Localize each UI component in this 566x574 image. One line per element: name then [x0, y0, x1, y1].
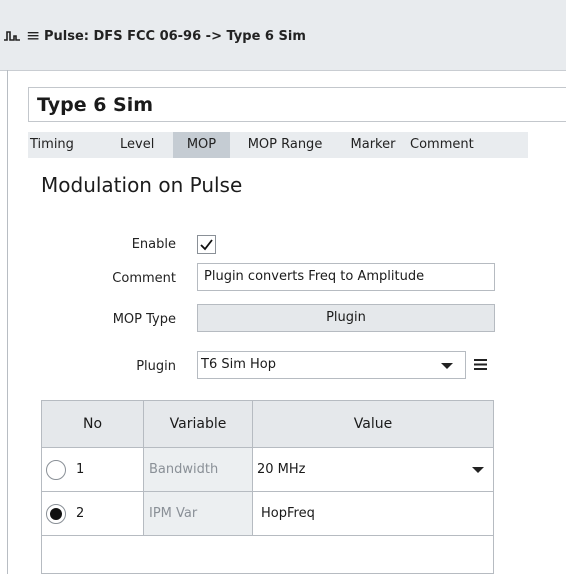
- editor-panel: Type 6 Sim Timing Level MOP MOP Range Ma…: [28, 87, 566, 574]
- mop-content: Modulation on Pulse Enable Comment Plugi…: [28, 158, 566, 574]
- checkmark-icon: [200, 239, 213, 251]
- enable-checkbox[interactable]: [197, 235, 216, 254]
- plugin-label: Plugin: [136, 359, 176, 374]
- row-radio[interactable]: [46, 460, 66, 480]
- row-variable-cell: IPM Var: [144, 492, 253, 536]
- tab-timing[interactable]: Timing: [28, 132, 84, 158]
- table-row-no-cell[interactable]: 1: [42, 448, 144, 492]
- window-titlebar: ≡ Pulse: DFS FCC 06-96 -> Type 6 Sim: [0, 0, 566, 71]
- chevron-down-icon: [472, 467, 484, 473]
- plugin-select-value: T6 Sim Hop: [201, 357, 276, 372]
- row-value-text: 20 MHz: [257, 462, 306, 477]
- comment-field[interactable]: Plugin converts Freq to Amplitude: [197, 263, 495, 291]
- window-left-border: [7, 70, 8, 574]
- plugin-select[interactable]: T6 Sim Hop: [197, 351, 466, 379]
- column-header-value: Value: [253, 401, 493, 448]
- chevron-down-icon: [441, 363, 453, 369]
- row-value-select[interactable]: 20 MHz: [253, 448, 493, 492]
- list-menu-icon[interactable]: [474, 358, 487, 371]
- comment-label: Comment: [112, 271, 176, 286]
- window-title: Pulse: DFS FCC 06-96 -> Type 6 Sim: [44, 29, 306, 44]
- hamburger-menu-icon[interactable]: ≡: [26, 27, 40, 45]
- tab-comment[interactable]: Comment: [406, 132, 520, 158]
- row-radio-selected[interactable]: [46, 504, 66, 524]
- column-header-variable: Variable: [144, 401, 253, 448]
- panel-header: Type 6 Sim: [28, 87, 566, 122]
- row-number: 2: [76, 506, 85, 521]
- panel-title: Type 6 Sim: [37, 94, 154, 116]
- pulse-waveform-icon: [4, 31, 20, 41]
- variables-table: No Variable Value 1 Bandwidth 20 MHz 2 I…: [41, 400, 494, 574]
- column-header-no: No: [42, 401, 144, 448]
- row-value-field[interactable]: HopFreq: [253, 492, 493, 536]
- row-variable-cell: Bandwidth: [144, 448, 253, 492]
- tab-bar: Timing Level MOP MOP Range Marker Commen…: [28, 132, 528, 158]
- tab-mop-range[interactable]: MOP Range: [230, 132, 340, 158]
- tab-mop[interactable]: MOP: [173, 132, 230, 158]
- table-row-no-cell[interactable]: 2: [42, 492, 144, 536]
- tab-marker[interactable]: Marker: [340, 132, 406, 158]
- tab-level-spacer: [120, 132, 173, 158]
- mop-type-label: MOP Type: [112, 312, 176, 327]
- mop-type-field: Plugin: [197, 304, 495, 332]
- section-title: Modulation on Pulse: [41, 173, 243, 197]
- enable-label: Enable: [131, 237, 176, 252]
- row-number: 1: [76, 462, 85, 477]
